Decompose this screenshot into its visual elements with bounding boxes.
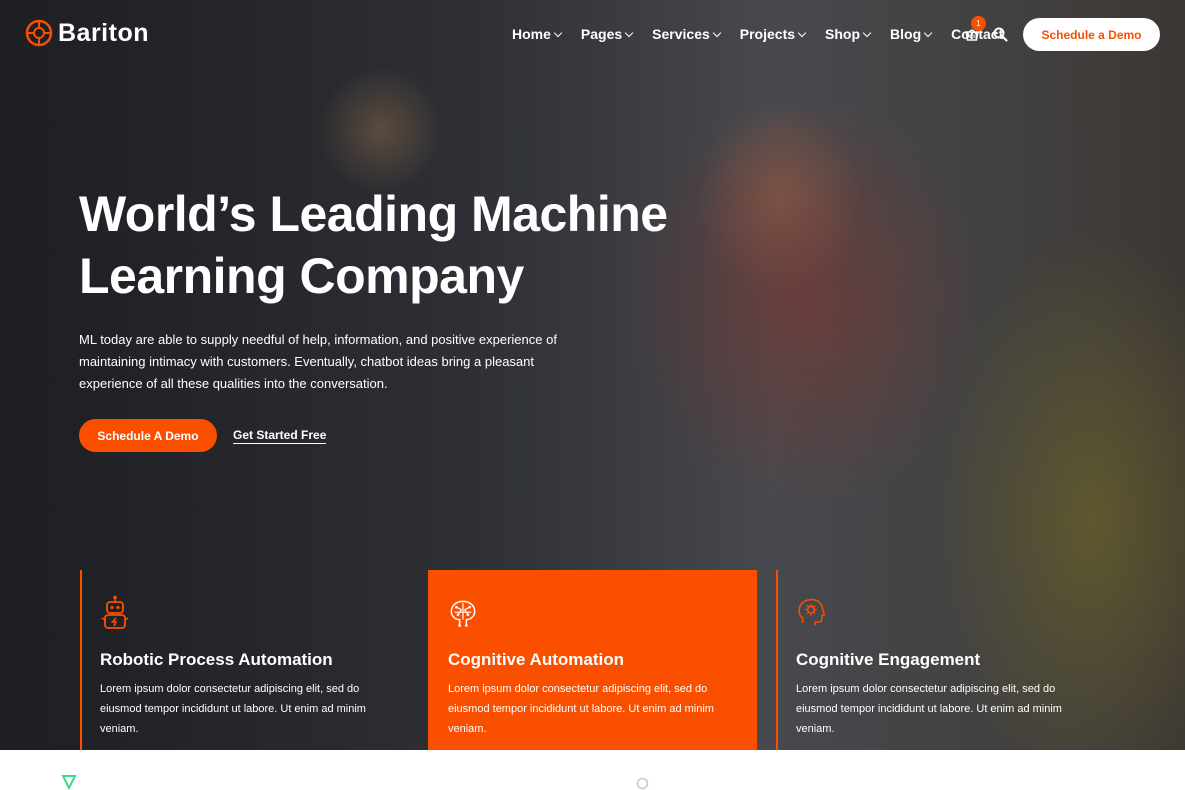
get-started-link[interactable]: Get Started Free — [233, 428, 327, 444]
features-row: Robotic Process Automation Lorem ipsum d… — [80, 570, 1185, 750]
feature-accent-bar — [776, 570, 778, 750]
feature-title: Cognitive Engagement — [796, 650, 981, 669]
nav-label: Projects — [739, 26, 796, 42]
schedule-demo-header-button[interactable]: Schedule a Demo — [1023, 18, 1160, 51]
triangle-decoration-icon — [61, 775, 77, 790]
nav-label: Home — [512, 26, 551, 42]
hero-actions: Schedule A Demo Get Started Free — [79, 419, 679, 452]
chevron-down-icon — [553, 28, 563, 37]
feature-card[interactable]: Robotic Process Automation Lorem ipsum d… — [80, 570, 409, 750]
feature-card[interactable]: Cognitive Engagement Lorem ipsum dolor c… — [776, 570, 1105, 750]
chevron-down-icon — [862, 28, 872, 37]
nav-item-services[interactable]: Services — [652, 26, 722, 42]
feature-accent-bar — [80, 570, 82, 750]
hero-content: World’s Leading Machine Learning Company… — [79, 183, 679, 452]
brain-circuit-icon — [450, 600, 476, 627]
logo-circuit-icon — [25, 19, 53, 47]
hero-title-line: World’s Leading Machine — [79, 186, 668, 242]
nav-item-shop[interactable]: Shop — [825, 26, 872, 42]
hero-description: ML today are able to supply needful of h… — [79, 332, 557, 391]
logo[interactable]: Bariton — [24, 18, 149, 48]
nav-label: Shop — [825, 26, 861, 42]
schedule-demo-button[interactable]: Schedule A Demo — [79, 419, 217, 452]
feature-text: Lorem ipsum dolor consectetur adipiscing… — [796, 683, 1062, 735]
chevron-down-icon — [797, 28, 807, 37]
chevron-down-icon — [624, 28, 634, 37]
nav-label: Services — [652, 26, 710, 42]
head-gear-icon — [798, 598, 826, 626]
site-header: Bariton Home Pages Services Projects Sho… — [0, 0, 1185, 70]
nav-item-pages[interactable]: Pages — [580, 26, 634, 42]
logo-text: Bariton — [58, 18, 149, 47]
feature-text: Lorem ipsum dolor consectetur adipiscing… — [100, 683, 366, 735]
search-icon[interactable] — [993, 27, 1008, 42]
nav-item-blog[interactable]: Blog — [890, 26, 933, 42]
chevron-down-icon — [712, 28, 722, 37]
nav-label: Blog — [890, 26, 922, 42]
robot-icon — [101, 595, 129, 629]
chevron-down-icon — [923, 28, 933, 37]
nav-item-home[interactable]: Home — [512, 26, 563, 42]
nav-item-projects[interactable]: Projects — [739, 26, 807, 42]
feature-card-active[interactable]: Cognitive Automation Lorem ipsum dolor c… — [428, 570, 757, 750]
feature-title: Cognitive Automation — [448, 650, 624, 669]
cart-count-badge: 1 — [971, 16, 986, 31]
nav-label: Pages — [580, 26, 623, 42]
main-nav: Home Pages Services Projects Shop Blog C… — [512, 26, 1023, 42]
feature-title: Robotic Process Automation — [100, 650, 333, 669]
hero-title-line: Learning Company — [79, 248, 524, 304]
circle-decoration-icon — [636, 777, 649, 790]
hero-title: World’s Leading Machine Learning Company — [79, 183, 679, 307]
feature-text: Lorem ipsum dolor consectetur adipiscing… — [448, 683, 714, 735]
